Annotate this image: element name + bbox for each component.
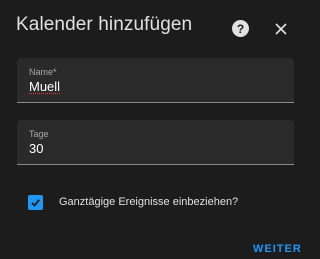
name-field-label: Name* <box>29 67 57 77</box>
help-icon[interactable]: ? <box>232 20 249 37</box>
days-field[interactable]: Tage 30 <box>17 120 294 165</box>
days-field-label: Tage <box>29 129 49 139</box>
close-icon[interactable] <box>273 21 289 37</box>
days-field-value[interactable]: 30 <box>29 141 43 156</box>
dialog-title: Kalender hinzufügen <box>16 14 193 35</box>
name-field[interactable]: Name* Muell <box>17 58 294 103</box>
help-glyph: ? <box>236 21 245 36</box>
add-calendar-dialog: Kalender hinzufügen ? Name* Muell Tage 3… <box>0 0 302 259</box>
all-day-checkbox-label: Ganztägige Ereignisse einbeziehen? <box>59 196 239 208</box>
check-icon <box>31 199 40 207</box>
name-field-value[interactable]: Muell <box>29 79 60 94</box>
all-day-checkbox[interactable] <box>28 195 43 210</box>
next-button[interactable]: WEITER <box>253 243 302 255</box>
